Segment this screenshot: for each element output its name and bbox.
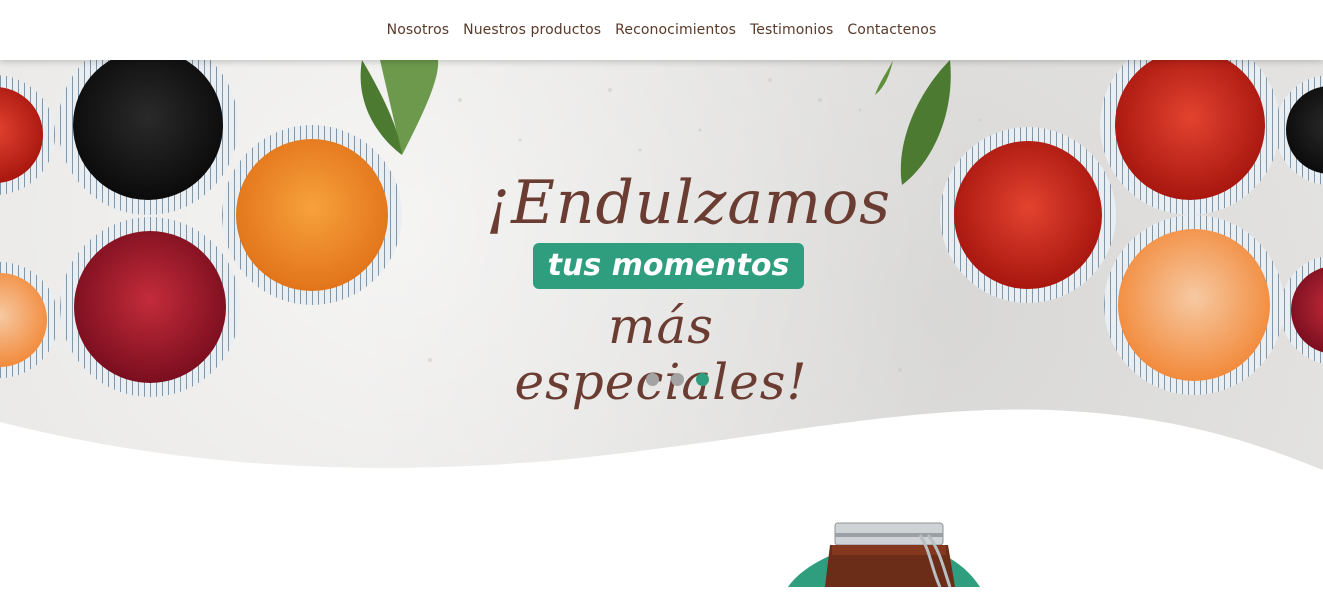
slider-dot-1[interactable] (646, 373, 659, 386)
slider-dot-3[interactable] (696, 373, 709, 386)
nav-link-testimonios[interactable]: Testimonios (750, 22, 833, 38)
hero-slider: ¡Endulzamos tus momentos más especiales! (0, 60, 1323, 470)
slider-dot-2[interactable] (671, 373, 684, 386)
nav-link-nosotros[interactable]: Nosotros (387, 22, 450, 38)
headline-line-1: ¡Endulzamos (486, 168, 891, 238)
product-jar-image (780, 520, 1000, 592)
nav-link-contactenos[interactable]: Contactenos (847, 22, 936, 38)
hero-headline: ¡Endulzamos tus momentos más especiales! (0, 60, 1323, 470)
top-navigation: Nosotros Nuestros productos Reconocimien… (0, 0, 1323, 60)
nav-links: Nosotros Nuestros productos Reconocimien… (387, 22, 937, 38)
nav-link-nuestros-productos[interactable]: Nuestros productos (463, 22, 601, 38)
nav-link-reconocimientos[interactable]: Reconocimientos (615, 22, 736, 38)
headline-line-3: más especiales! (514, 297, 808, 411)
slider-dots (646, 373, 709, 386)
headline-highlight-pill: tus momentos (533, 243, 804, 289)
